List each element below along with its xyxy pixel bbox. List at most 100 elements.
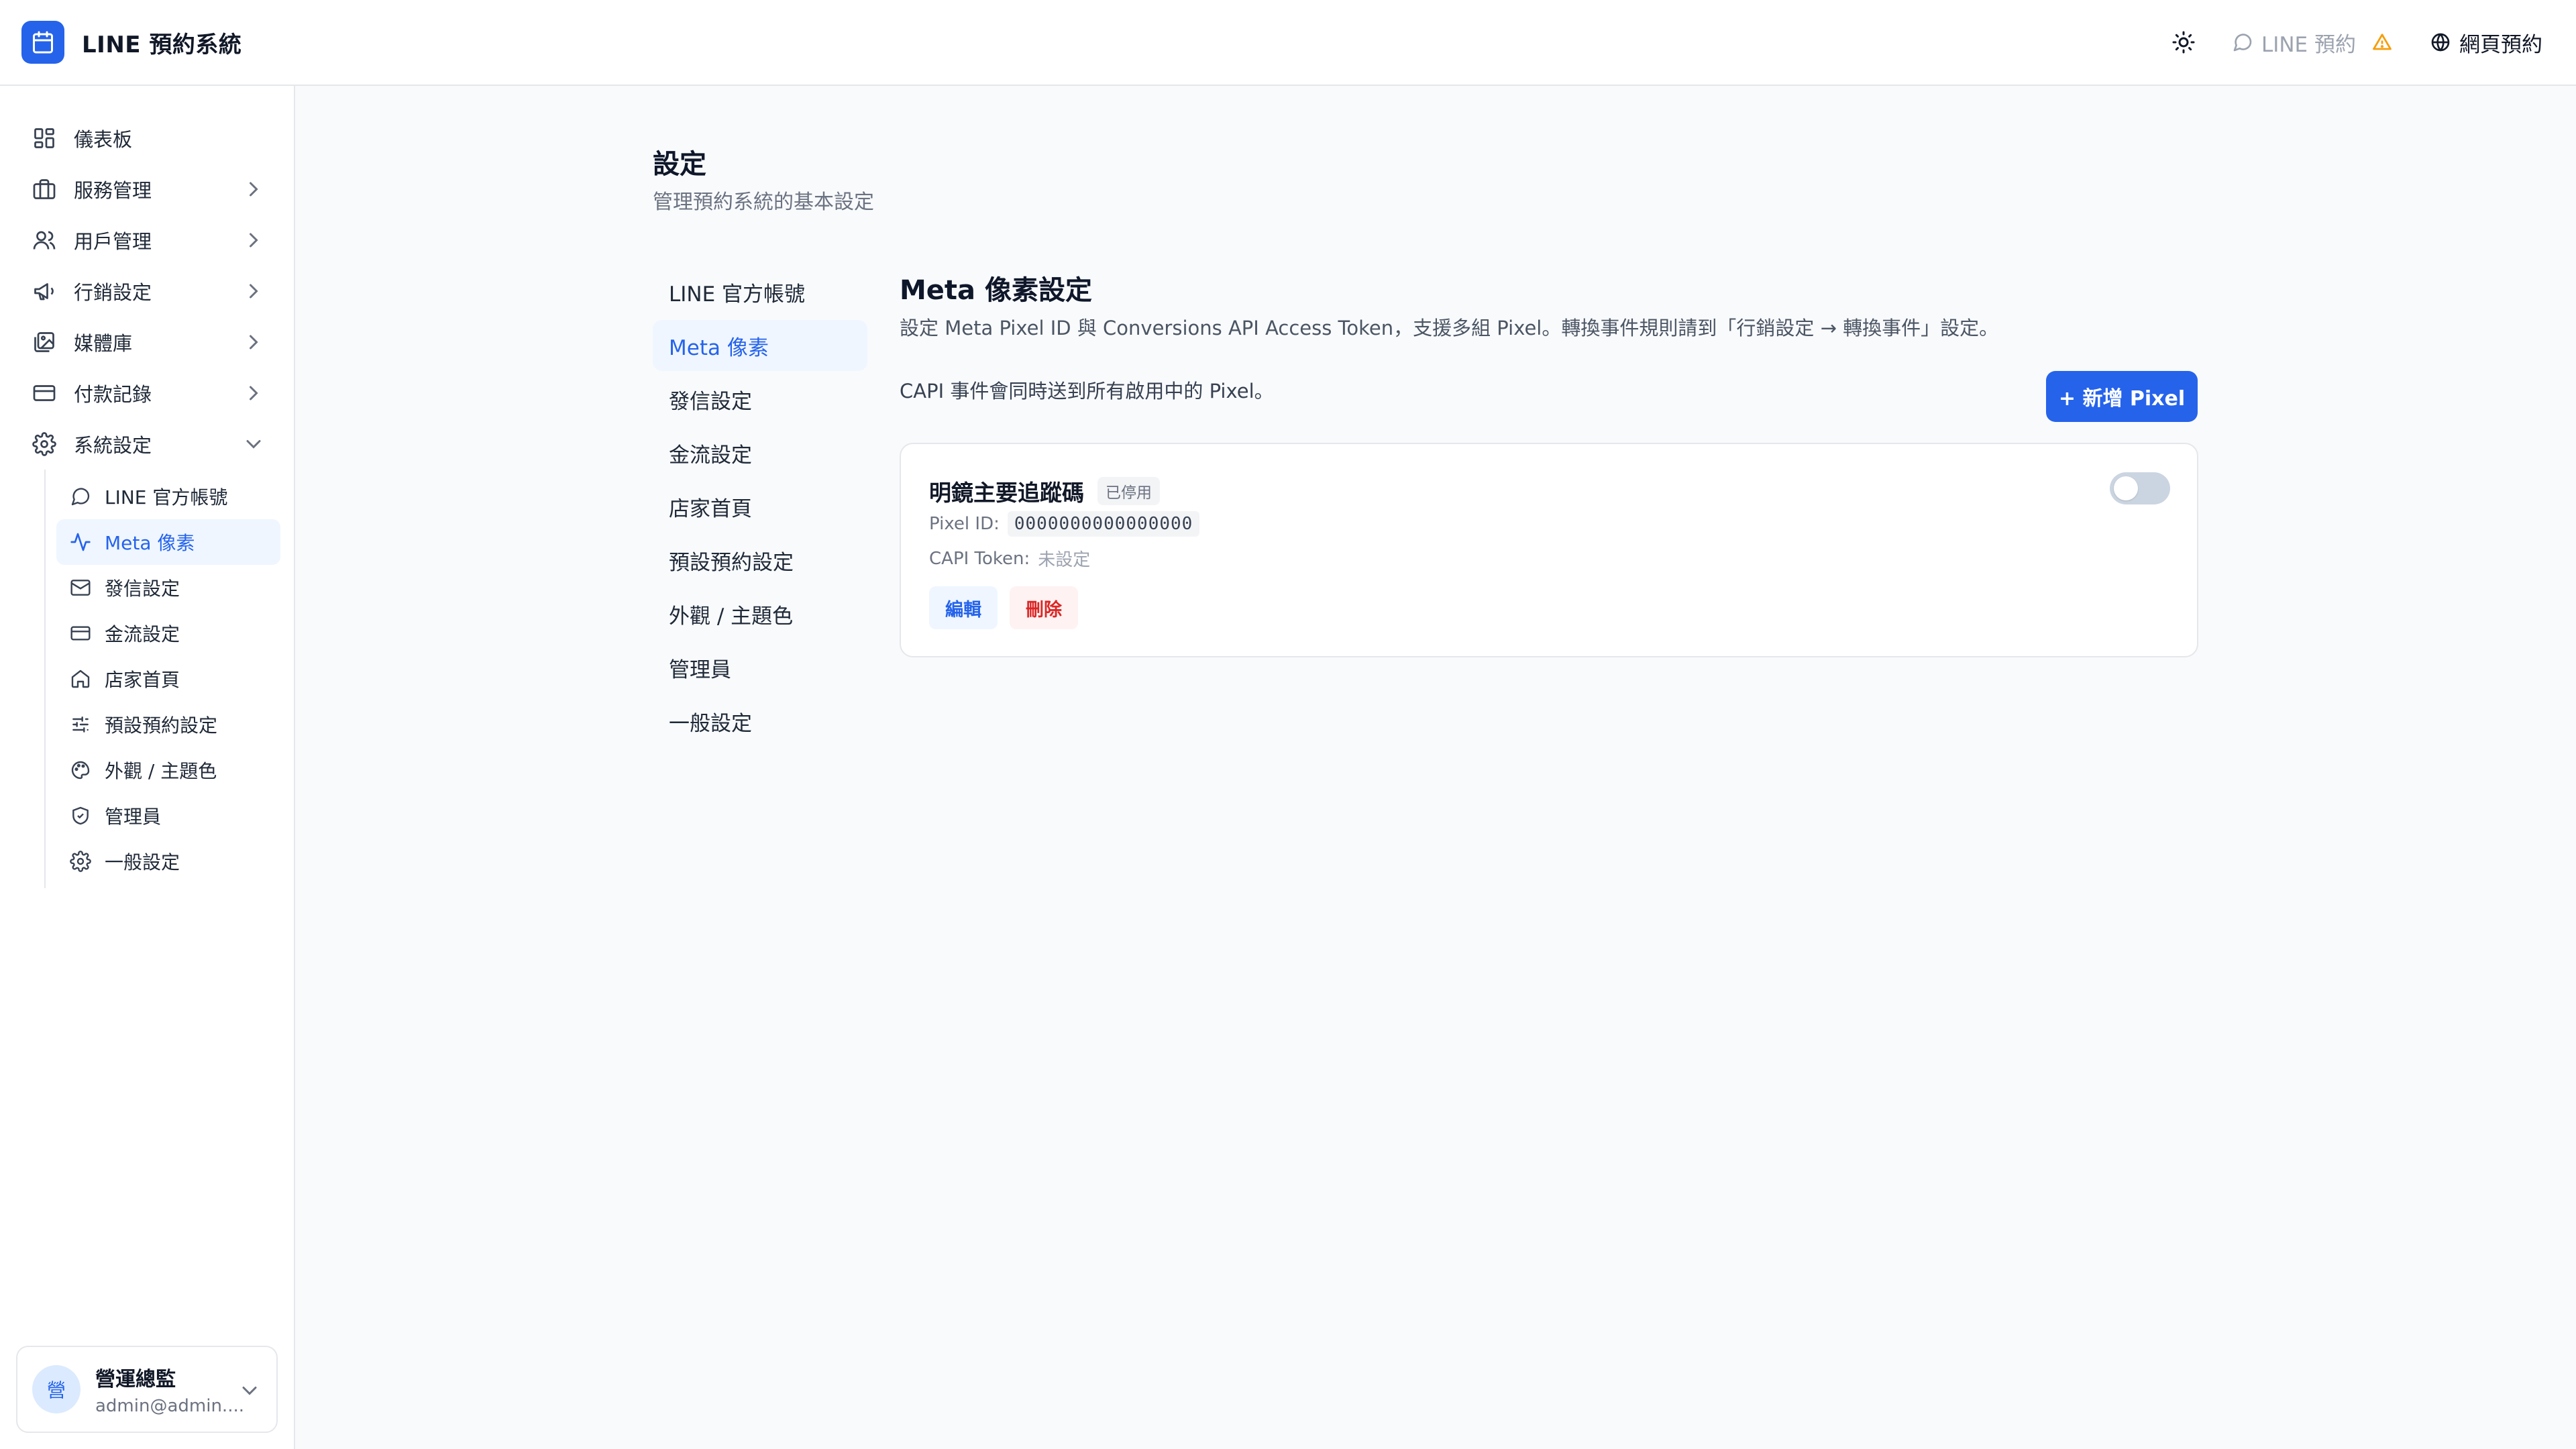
sidebar-item-label: 行銷設定 xyxy=(74,281,152,304)
system-settings-subnav: LINE 官方帳號 Meta 像素 發信設定 金流設定 店家首頁 預設預約設定 … xyxy=(44,470,294,888)
mail-icon xyxy=(70,577,91,598)
credit-card-icon xyxy=(32,381,56,405)
images-icon xyxy=(32,330,56,354)
subnav-item-label: 店家首頁 xyxy=(105,669,180,691)
message-circle-icon xyxy=(2232,32,2253,53)
sidebar-item-label: 用戶管理 xyxy=(74,230,152,253)
settings-tab-admins[interactable]: 管理員 xyxy=(653,642,867,693)
subnav-item-label: 管理員 xyxy=(105,806,162,828)
avatar: 營 xyxy=(32,1365,80,1413)
subnav-item-label: 預設預約設定 xyxy=(105,714,218,737)
chevron-down-icon xyxy=(241,432,266,456)
credit-card-icon xyxy=(70,623,91,644)
user-menu[interactable]: 營 營運總監 admin@admin.... xyxy=(16,1346,278,1433)
subnav-item-general[interactable]: 一般設定 xyxy=(56,839,280,884)
sidebar-item-label: 服務管理 xyxy=(74,179,152,202)
brand[interactable]: LINE 預約系統 xyxy=(21,21,241,64)
sidebar-item-label: 儀表板 xyxy=(74,128,133,151)
delete-pixel-button[interactable]: 刪除 xyxy=(1010,586,1078,629)
capi-token-label: CAPI Token: xyxy=(929,548,1030,569)
users-icon xyxy=(32,228,56,252)
settings-nav: LINE 官方帳號 Meta 像素 發信設定 金流設定 店家首頁 預設預約設定 … xyxy=(653,266,867,749)
pixel-enable-toggle[interactable] xyxy=(2110,472,2170,504)
pixel-card: 明鏡主要追蹤碼 已停用 Pixel ID: 0000000000000000 C… xyxy=(900,443,2198,657)
add-pixel-button[interactable]: + 新增 Pixel xyxy=(2046,371,2198,422)
subnav-item-line-account[interactable]: LINE 官方帳號 xyxy=(56,474,280,519)
sidebar-item-label: 系統設定 xyxy=(74,434,152,457)
gear-icon xyxy=(70,851,91,872)
settings-tab-meta-pixel[interactable]: Meta 像素 xyxy=(653,320,867,371)
settings-tab-general[interactable]: 一般設定 xyxy=(653,696,867,747)
sidebar-item-system-settings[interactable]: 系統設定 xyxy=(0,419,294,470)
subnav-item-label: 發信設定 xyxy=(105,578,180,600)
toggle-knob xyxy=(2114,476,2138,500)
subnav-item-label: LINE 官方帳號 xyxy=(105,486,228,508)
settings-tab-theme[interactable]: 外觀 / 主題色 xyxy=(653,588,867,639)
web-booking-label: 網頁預約 xyxy=(2459,32,2542,57)
sidebar-nav: 儀表板 服務管理 用戶管理 行銷設定 媒體庫 付款記錄 系統設定 LINE 官方… xyxy=(0,86,294,888)
activity-icon xyxy=(70,531,91,553)
settings-tab-email[interactable]: 發信設定 xyxy=(653,374,867,425)
shield-check-icon xyxy=(70,805,91,826)
sidebar-item-services[interactable]: 服務管理 xyxy=(0,164,294,215)
globe-icon xyxy=(2430,32,2451,53)
warning-triangle-icon xyxy=(2372,32,2392,52)
subnav-item-email[interactable]: 發信設定 xyxy=(56,565,280,610)
user-email: admin@admin.... xyxy=(95,1396,244,1416)
pixel-id-label: Pixel ID: xyxy=(929,514,1000,534)
section-title: Meta 像素設定 xyxy=(900,275,1092,306)
chevron-right-icon xyxy=(241,381,266,405)
subnav-item-payment-flow[interactable]: 金流設定 xyxy=(56,610,280,656)
gear-icon xyxy=(32,432,56,456)
subnav-item-label: 外觀 / 主題色 xyxy=(105,760,217,782)
subnav-item-label: 金流設定 xyxy=(105,623,180,645)
subnav-item-label: 一般設定 xyxy=(105,851,180,873)
web-booking-link[interactable]: 網頁預約 xyxy=(2430,28,2542,58)
page-title: 設定 xyxy=(653,149,706,180)
capi-token-value: 未設定 xyxy=(1038,550,1091,570)
palette-icon xyxy=(70,759,91,781)
subnav-item-store-home[interactable]: 店家首頁 xyxy=(56,656,280,702)
chevron-right-icon xyxy=(241,279,266,303)
page-subtitle: 管理預約系統的基本設定 xyxy=(653,191,874,214)
top-header: LINE 預約系統 LINE 預約 網頁預約 xyxy=(0,0,2576,86)
section-description: 設定 Meta Pixel ID 與 Conversions API Acces… xyxy=(900,317,1999,339)
edit-pixel-button[interactable]: 編輯 xyxy=(929,586,998,629)
chevron-right-icon xyxy=(241,330,266,354)
settings-tab-payment-flow[interactable]: 金流設定 xyxy=(653,427,867,478)
home-icon xyxy=(70,668,91,690)
subnav-item-admins[interactable]: 管理員 xyxy=(56,793,280,839)
sidebar-item-users[interactable]: 用戶管理 xyxy=(0,215,294,266)
settings-tab-store-home[interactable]: 店家首頁 xyxy=(653,481,867,532)
chevron-right-icon xyxy=(241,228,266,252)
line-booking-link[interactable]: LINE 預約 xyxy=(2232,28,2392,58)
pixel-name: 明鏡主要追蹤碼 xyxy=(929,480,1084,506)
sidebar-item-dashboard[interactable]: 儀表板 xyxy=(0,113,294,164)
chevron-down-icon xyxy=(237,1379,262,1403)
pixel-id-value: 0000000000000000 xyxy=(1007,511,1200,537)
app-title: LINE 預約系統 xyxy=(82,31,242,58)
chevron-right-icon xyxy=(241,177,266,201)
user-name: 營運總監 xyxy=(95,1368,176,1391)
megaphone-icon xyxy=(32,279,56,303)
sun-icon xyxy=(2171,30,2196,54)
sidebar-item-media[interactable]: 媒體庫 xyxy=(0,317,294,368)
message-circle-icon xyxy=(70,486,91,507)
sidebar: 儀表板 服務管理 用戶管理 行銷設定 媒體庫 付款記錄 系統設定 LINE 官方… xyxy=(0,86,295,1449)
subnav-item-default-booking[interactable]: 預設預約設定 xyxy=(56,702,280,747)
sliders-icon xyxy=(70,714,91,735)
settings-tab-default-booking[interactable]: 預設預約設定 xyxy=(653,535,867,586)
sidebar-item-label: 媒體庫 xyxy=(74,332,133,355)
sidebar-item-label: 付款記錄 xyxy=(74,383,152,406)
subnav-item-theme[interactable]: 外觀 / 主題色 xyxy=(56,747,280,793)
subnav-item-meta-pixel[interactable]: Meta 像素 xyxy=(56,519,280,565)
sidebar-item-payments[interactable]: 付款記錄 xyxy=(0,368,294,419)
subnav-item-label: Meta 像素 xyxy=(105,532,195,554)
settings-tab-line-account[interactable]: LINE 官方帳號 xyxy=(653,266,867,317)
theme-toggle-button[interactable] xyxy=(2162,21,2205,64)
pixel-id-row: Pixel ID: 0000000000000000 xyxy=(929,511,1200,537)
calendar-icon xyxy=(21,21,64,64)
sidebar-item-marketing[interactable]: 行銷設定 xyxy=(0,266,294,317)
capi-note: CAPI 事件會同時送到所有啟用中的 Pixel。 xyxy=(900,380,1274,402)
capi-token-row: CAPI Token: 未設定 xyxy=(929,546,1090,571)
